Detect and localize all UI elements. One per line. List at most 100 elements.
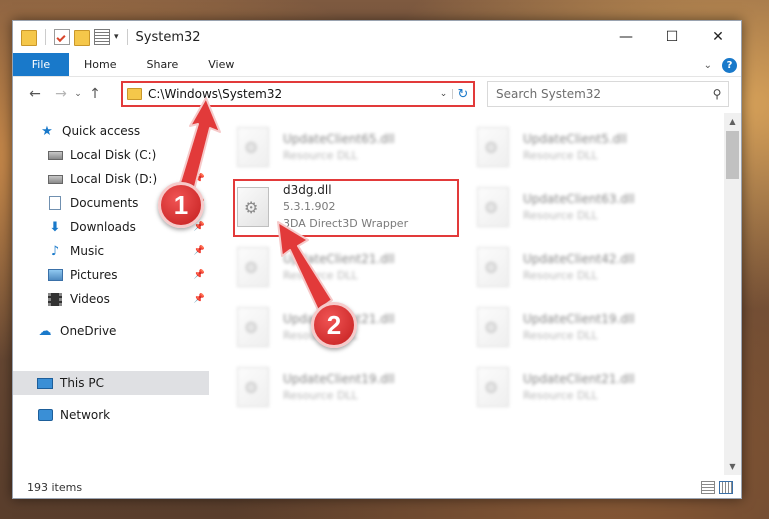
sidebar-item-label: Pictures xyxy=(70,268,118,282)
this-pc-icon xyxy=(37,376,53,390)
file-name: UpdateClient21.dll xyxy=(523,371,635,386)
sidebar-item-label: Quick access xyxy=(62,124,141,138)
pin-icon[interactable]: 📌 xyxy=(194,222,205,232)
status-bar: 193 items xyxy=(13,475,741,498)
dll-file-icon xyxy=(477,127,509,167)
close-button[interactable]: ✕ xyxy=(695,21,741,53)
file-description: Resource DLL xyxy=(283,388,358,402)
recent-locations-chevron-icon[interactable]: ⌄ xyxy=(71,89,85,99)
toolbar-divider xyxy=(45,29,46,45)
sidebar-item-label: Downloads xyxy=(70,220,136,234)
dll-file-icon xyxy=(237,367,269,407)
list-item[interactable]: UpdateClient65.dll Resource DLL xyxy=(229,119,457,175)
address-dropdown-chevron-icon[interactable]: ⌄ xyxy=(435,89,453,99)
file-name: UpdateClient19.dll xyxy=(283,371,395,386)
file-description: Resource DLL xyxy=(523,268,598,282)
list-item[interactable]: UpdateClient19.dll Resource DLL xyxy=(229,359,457,415)
pin-icon[interactable]: 📌 xyxy=(194,174,205,184)
folder-icon xyxy=(21,30,37,46)
tab-file[interactable]: File xyxy=(13,53,69,76)
list-item[interactable]: UpdateClient63.dll Resource DLL xyxy=(469,179,697,235)
list-item[interactable]: UpdateClient42.dll Resource DLL xyxy=(469,239,697,295)
vertical-scrollbar[interactable]: ▲ ▼ xyxy=(724,113,741,475)
sidebar-item-label: Local Disk (D:) xyxy=(70,172,158,186)
drive-icon xyxy=(47,148,63,162)
ribbon-tabs: File Home Share View ⌄ ? xyxy=(13,53,741,77)
ribbon-right-controls: ⌄ ? xyxy=(704,53,737,77)
list-item[interactable]: UpdateClient5.dll Resource DLL xyxy=(469,119,697,175)
list-item[interactable]: UpdateClient21.dll Resource DLL xyxy=(469,359,697,415)
step-badge-1: 1 xyxy=(158,182,204,228)
sidebar-item-label: Network xyxy=(60,408,111,422)
tab-view[interactable]: View xyxy=(193,53,249,76)
videos-icon xyxy=(47,292,63,306)
scrollbar-thumb[interactable] xyxy=(726,131,739,179)
search-icon[interactable]: ⚲ xyxy=(706,87,728,101)
maximize-button[interactable]: ☐ xyxy=(649,21,695,53)
view-mode-buttons xyxy=(701,481,733,494)
file-name: UpdateClient42.dll xyxy=(523,251,635,266)
file-description: Resource DLL xyxy=(523,208,598,222)
details-view-icon[interactable] xyxy=(701,481,715,494)
sidebar-item-label: Music xyxy=(70,244,105,258)
sidebar-item-label: This PC xyxy=(60,376,104,390)
customize-toolbar-dropdown-icon[interactable]: ▾ xyxy=(114,32,119,42)
scroll-down-arrow-icon[interactable]: ▼ xyxy=(724,458,741,475)
quick-access-toolbar: ▾ xyxy=(13,21,132,53)
tab-home[interactable]: Home xyxy=(69,53,131,76)
title-bar: ▾ System32 — ☐ ✕ xyxy=(13,21,741,53)
new-folder-icon[interactable] xyxy=(74,30,90,46)
tiles-view-icon[interactable] xyxy=(719,481,733,494)
onedrive-icon: ☁ xyxy=(38,323,52,339)
music-icon: ♪ xyxy=(50,243,60,259)
file-list: UpdateClient65.dll Resource DLL d3dg.dll… xyxy=(209,113,724,475)
sidebar-item-local-disk-c[interactable]: Local Disk (C:) 📌 xyxy=(13,143,209,167)
file-explorer-window: ▾ System32 — ☐ ✕ File Home Share View ⌄ … xyxy=(12,20,742,499)
navigation-bar: ← → ⌄ ↑ C:\Windows\System32 ⌄ ↻ ⚲ xyxy=(13,78,741,110)
sidebar-item-label: Videos xyxy=(70,292,110,306)
downloads-icon: ⬇ xyxy=(49,219,61,235)
properties-icon[interactable] xyxy=(54,29,70,45)
forward-arrow-icon[interactable]: → xyxy=(51,86,71,102)
sidebar-item-network[interactable]: Network xyxy=(13,403,209,427)
scroll-up-arrow-icon[interactable]: ▲ xyxy=(724,113,741,130)
list-item[interactable]: UpdateClient19.dll Resource DLL xyxy=(469,299,697,355)
file-description: Resource DLL xyxy=(283,268,358,282)
address-bar[interactable]: C:\Windows\System32 ⌄ ↻ xyxy=(121,81,475,107)
pin-icon[interactable]: 📌 xyxy=(194,150,205,160)
sidebar-item-videos[interactable]: Videos 📌 xyxy=(13,287,209,311)
sidebar-item-this-pc[interactable]: This PC xyxy=(13,371,209,395)
view-options-icon[interactable] xyxy=(94,29,110,45)
back-arrow-icon[interactable]: ← xyxy=(25,86,45,102)
sidebar-item-music[interactable]: ♪ Music 📌 xyxy=(13,239,209,263)
sidebar-item-label: OneDrive xyxy=(60,324,117,338)
file-description: Resource DLL xyxy=(523,388,598,402)
help-icon[interactable]: ? xyxy=(722,57,737,73)
tab-share[interactable]: Share xyxy=(131,53,193,76)
sidebar-item-pictures[interactable]: Pictures 📌 xyxy=(13,263,209,287)
minimize-button[interactable]: — xyxy=(603,21,649,53)
pin-icon[interactable]: 📌 xyxy=(194,246,205,256)
dll-file-icon xyxy=(477,187,509,227)
search-input[interactable] xyxy=(496,87,706,101)
file-name: UpdateClient5.dll xyxy=(523,131,627,146)
window-controls: — ☐ ✕ xyxy=(603,21,741,53)
up-arrow-icon[interactable]: ↑ xyxy=(85,86,105,102)
pin-icon[interactable]: 📌 xyxy=(194,294,205,304)
dll-file-icon xyxy=(237,247,269,287)
folder-icon xyxy=(127,88,142,100)
dll-file-icon xyxy=(237,307,269,347)
refresh-icon[interactable]: ↻ xyxy=(453,87,473,102)
sidebar-item-onedrive[interactable]: ☁ OneDrive xyxy=(13,319,209,343)
toolbar-divider xyxy=(126,29,128,45)
sidebar-item-quick-access[interactable]: ★ Quick access xyxy=(13,119,209,143)
search-box[interactable]: ⚲ xyxy=(487,81,729,107)
list-item[interactable]: UpdateClient21.dll Resource DLL xyxy=(229,239,457,295)
address-path[interactable]: C:\Windows\System32 xyxy=(148,87,435,101)
pin-icon[interactable]: 📌 xyxy=(194,270,205,280)
file-description: Resource DLL xyxy=(283,148,358,162)
expand-ribbon-chevron-icon[interactable]: ⌄ xyxy=(704,60,712,71)
file-description: Resource DLL xyxy=(523,148,598,162)
drive-icon xyxy=(47,172,63,186)
star-icon: ★ xyxy=(41,123,53,139)
